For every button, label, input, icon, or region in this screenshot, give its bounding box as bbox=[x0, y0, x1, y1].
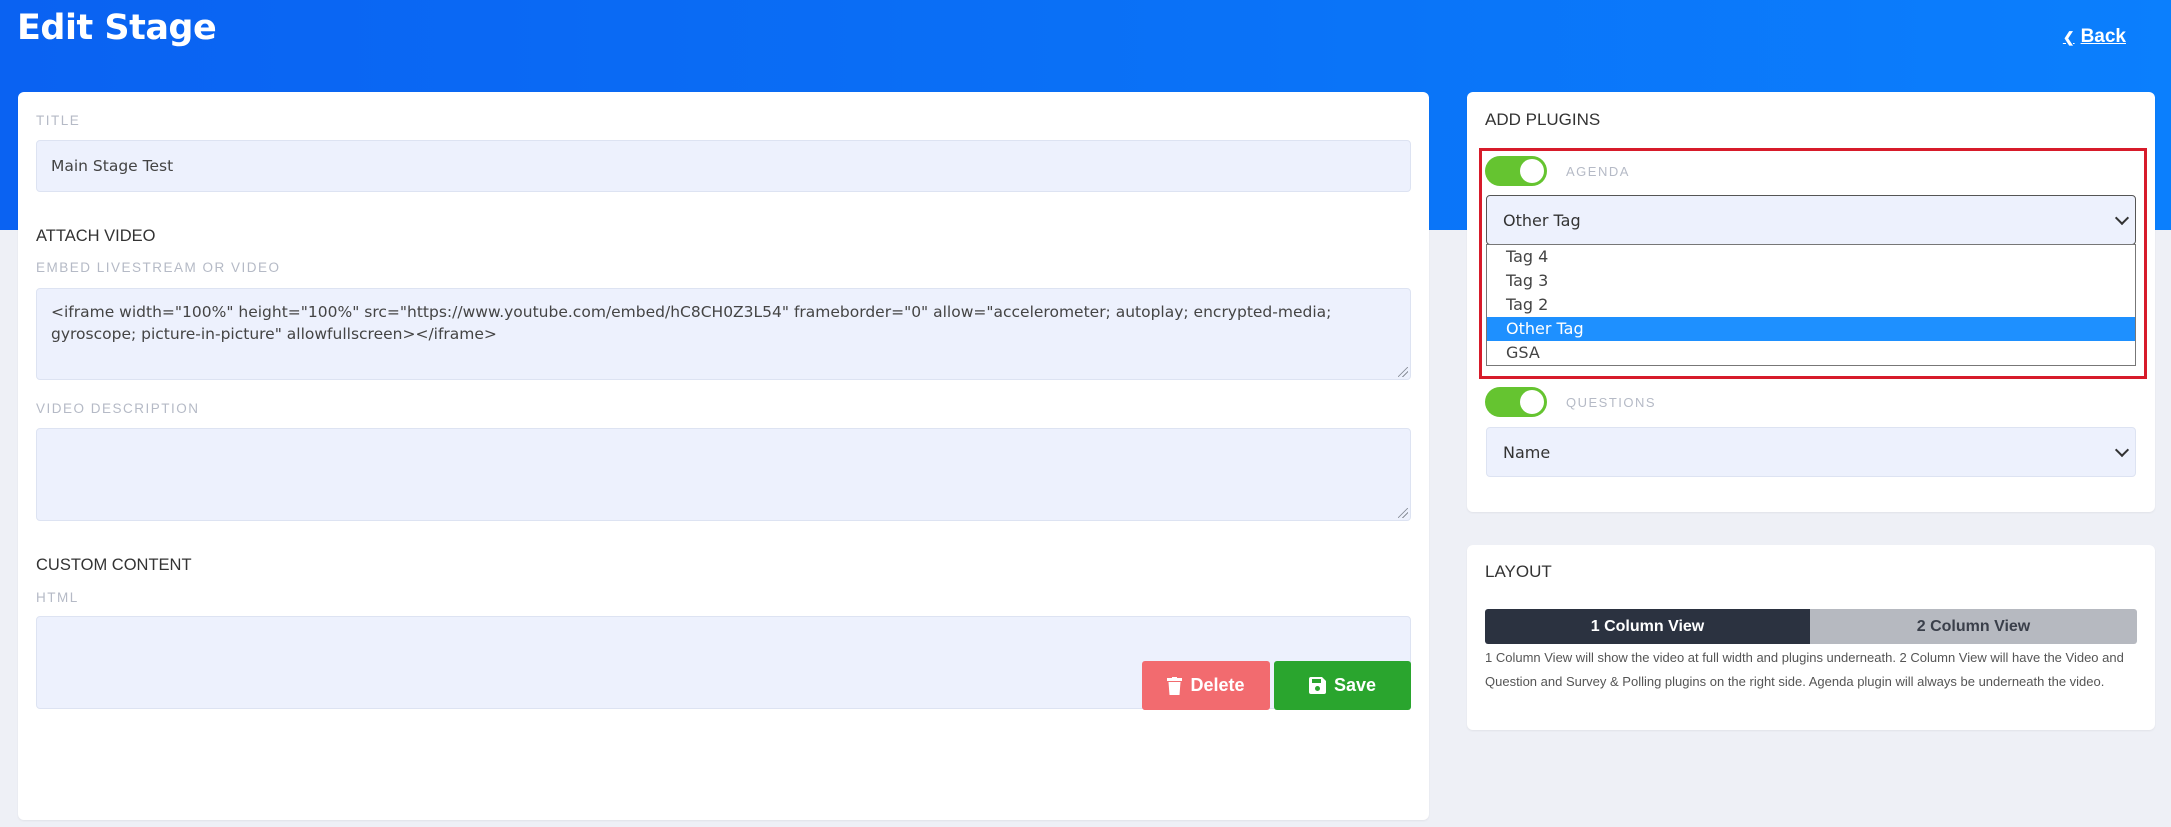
save-button-label: Save bbox=[1333, 675, 1377, 695]
video-description-label: VIDEO DESCRIPTION bbox=[36, 401, 200, 416]
resize-handle-icon[interactable] bbox=[1398, 508, 1408, 518]
questions-select-value: Name bbox=[1503, 442, 1551, 462]
add-plugins-title: ADD PLUGINS bbox=[1485, 110, 1601, 129]
agenda-option[interactable]: GSA bbox=[1487, 341, 2135, 365]
agenda-label: AGENDA bbox=[1566, 164, 1630, 179]
trash-icon bbox=[1167, 676, 1183, 695]
delete-button-label: Delete bbox=[1190, 675, 1245, 695]
layout-title: LAYOUT bbox=[1485, 562, 1552, 581]
questions-label: QUESTIONS bbox=[1566, 395, 1657, 410]
questions-select[interactable]: Name bbox=[1486, 427, 2136, 477]
attach-video-heading: ATTACH VIDEO bbox=[36, 227, 156, 245]
agenda-toggle[interactable] bbox=[1485, 156, 1547, 186]
agenda-select[interactable]: Other Tag bbox=[1486, 195, 2136, 245]
chevron-down-icon bbox=[2114, 442, 2130, 458]
custom-content-heading: CUSTOM CONTENT bbox=[36, 556, 192, 574]
embed-video-text: <iframe width="100%" height="100%" src="… bbox=[51, 303, 1332, 343]
floppy-disk-icon bbox=[1308, 677, 1326, 694]
agenda-options-list: Tag 4 Tag 3 Tag 2 Other Tag GSA bbox=[1486, 244, 2136, 366]
video-description-textarea[interactable] bbox=[36, 428, 1411, 521]
agenda-option[interactable]: Tag 4 bbox=[1487, 245, 2135, 269]
chevron-down-icon bbox=[2114, 210, 2130, 226]
one-column-view-button[interactable]: 1 Column View bbox=[1485, 609, 1810, 644]
resize-handle-icon[interactable] bbox=[1398, 367, 1408, 377]
back-link-label: Back bbox=[2080, 26, 2126, 47]
agenda-option[interactable]: Tag 3 bbox=[1487, 269, 2135, 293]
delete-button[interactable]: Delete bbox=[1142, 661, 1270, 710]
agenda-option-selected[interactable]: Other Tag bbox=[1487, 317, 2135, 341]
questions-toggle[interactable] bbox=[1485, 387, 1547, 417]
title-input[interactable]: Main Stage Test bbox=[36, 140, 1411, 192]
toggle-knob bbox=[1520, 390, 1544, 414]
save-button[interactable]: Save bbox=[1274, 661, 1411, 710]
title-label: TITLE bbox=[36, 113, 81, 128]
embed-label: EMBED LIVESTREAM OR VIDEO bbox=[36, 260, 281, 275]
layout-description: 1 Column View will show the video at ful… bbox=[1485, 650, 2124, 689]
html-label: HTML bbox=[36, 590, 79, 605]
chevron-left-icon: ❮ bbox=[2062, 28, 2075, 45]
agenda-select-value: Other Tag bbox=[1503, 210, 1581, 230]
page-title: Edit Stage bbox=[17, 8, 217, 48]
embed-video-textarea[interactable]: <iframe width="100%" height="100%" src="… bbox=[36, 288, 1411, 380]
back-link[interactable]: ❮ Back bbox=[2063, 26, 2126, 48]
toggle-knob bbox=[1520, 159, 1544, 183]
agenda-option[interactable]: Tag 2 bbox=[1487, 293, 2135, 317]
two-column-view-button[interactable]: 2 Column View bbox=[1810, 609, 2137, 644]
